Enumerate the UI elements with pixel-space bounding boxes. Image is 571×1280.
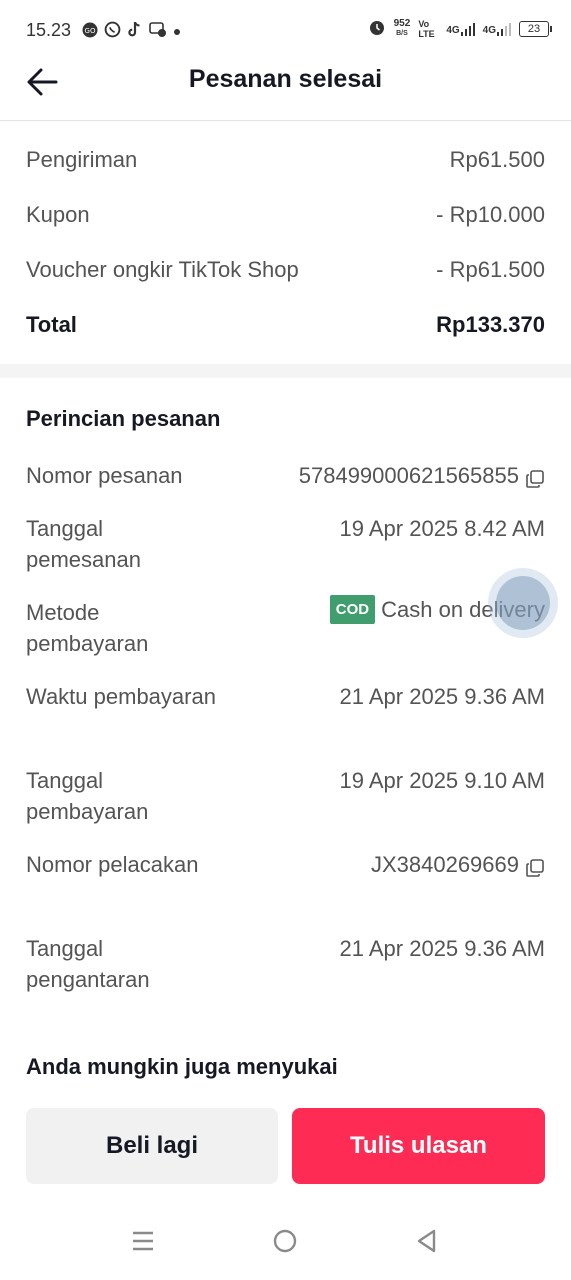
menu-icon (133, 1231, 153, 1251)
section-divider (0, 364, 571, 378)
system-indicators: 952 B/S Vo LTE 4G 4G 23 (368, 17, 552, 39)
volte-label: Vo LTE (418, 18, 435, 39)
whatsapp-icon (104, 21, 121, 43)
order-date-row: Tanggal pemesanan 19 Apr 2025 8.42 AM (26, 513, 545, 575)
payment-time-row: Waktu pembayaran 21 Apr 2025 9.36 AM (26, 681, 545, 743)
delivery-date-label: Tanggal pengantaran (26, 936, 150, 992)
order-number-value-wrap: 578499000621565855 (299, 460, 545, 491)
tracking-number-value: JX3840269669 (370, 852, 519, 877)
write-review-button[interactable]: Tulis ulasan (292, 1108, 545, 1184)
signal-1-type: 4G (446, 24, 460, 36)
battery-icon: 23 (519, 20, 552, 37)
coupon-row: Kupon - Rp10.000 (26, 199, 545, 230)
system-nav-bar (0, 1202, 571, 1280)
copy-icon[interactable] (525, 855, 545, 877)
status-bar: 15.23 GO 952 B/S Vo LTE 4G 4G 23 (0, 0, 571, 58)
chat-icon (149, 21, 167, 43)
order-date-label: Tanggal pemesanan (26, 516, 141, 572)
payment-time-value: 21 Apr 2025 9.36 AM (339, 684, 546, 709)
shipping-value: Rp61.500 (449, 147, 545, 172)
order-details-title: Perincian pesanan (26, 406, 221, 431)
cod-badge: COD (329, 595, 376, 624)
touch-indicator (496, 576, 550, 630)
back-nav-button[interactable] (414, 1228, 440, 1254)
payment-method-label: Metode pembayaran (26, 600, 149, 656)
shipping-voucher-label: Voucher ongkir TikTok Shop (26, 257, 299, 282)
total-value: Rp133.370 (436, 312, 545, 337)
notification-icons: GO (82, 21, 181, 43)
net-speed-unit: B/S (396, 29, 408, 37)
tracking-number-value-wrap: JX3840269669 (371, 849, 545, 880)
tracking-number-row: Nomor pelacakan JX3840269669 (26, 849, 545, 911)
recents-button[interactable] (130, 1228, 156, 1254)
coupon-value: - Rp10.000 (436, 202, 545, 227)
net-speed: 952 B/S (393, 17, 411, 39)
signal-2-type: 4G (482, 24, 496, 36)
recommend-title: Anda mungkin juga menyukai (26, 1054, 338, 1079)
delivery-date-value: 21 Apr 2025 9.36 AM (339, 936, 546, 961)
status-time: 15.23 (26, 20, 72, 40)
dot-icon (173, 23, 181, 41)
delivery-date-row: Tanggal pengantaran 21 Apr 2025 9.36 AM (26, 933, 545, 995)
signal-bars-icon (497, 22, 511, 36)
shipping-voucher-row: Voucher ongkir TikTok Shop - Rp61.500 (26, 254, 545, 285)
shipping-voucher-value: - Rp61.500 (436, 257, 545, 282)
shipping-label: Pengiriman (26, 147, 138, 172)
signal-2: 4G (483, 22, 511, 36)
payment-method-row: Metode pembayaran COD Cash on delivery (26, 595, 545, 659)
payment-date-label: Tanggal pembayaran (26, 768, 149, 824)
home-button[interactable] (272, 1228, 298, 1254)
total-label: Total (26, 312, 77, 337)
page-title: Pesanan selesai (188, 65, 383, 93)
net-speed-value: 952 (393, 17, 411, 29)
order-date-value: 19 Apr 2025 8.42 AM (339, 516, 546, 541)
copy-icon[interactable] (525, 466, 545, 488)
signal-1: 4G (446, 22, 475, 36)
triangle-back-icon (417, 1229, 436, 1253)
bottom-action-bar: Beli lagi Tulis ulasan (0, 1092, 571, 1202)
svg-text:GO: GO (85, 27, 96, 35)
order-number-value: 578499000621565855 (298, 463, 519, 488)
total-row: Total Rp133.370 (26, 309, 545, 340)
tiktok-icon (127, 21, 143, 43)
order-number-label: Nomor pesanan (26, 463, 183, 488)
gojek-icon: GO (82, 22, 98, 43)
circle-icon (273, 1229, 297, 1253)
buy-again-button[interactable]: Beli lagi (26, 1108, 278, 1184)
tracking-number-label: Nomor pelacakan (26, 852, 199, 877)
app-header: Pesanan selesai (0, 58, 571, 121)
payment-date-row: Tanggal pembayaran 19 Apr 2025 9.10 AM (26, 765, 545, 827)
alarm-icon (368, 18, 386, 39)
signal-bars-icon (460, 22, 475, 36)
shipping-row: Pengiriman Rp61.500 (26, 144, 545, 175)
order-number-row: Nomor pesanan 578499000621565855 (26, 460, 545, 491)
payment-date-value: 19 Apr 2025 9.10 AM (339, 768, 546, 793)
coupon-label: Kupon (26, 202, 90, 227)
payment-time-label: Waktu pembayaran (26, 684, 216, 709)
